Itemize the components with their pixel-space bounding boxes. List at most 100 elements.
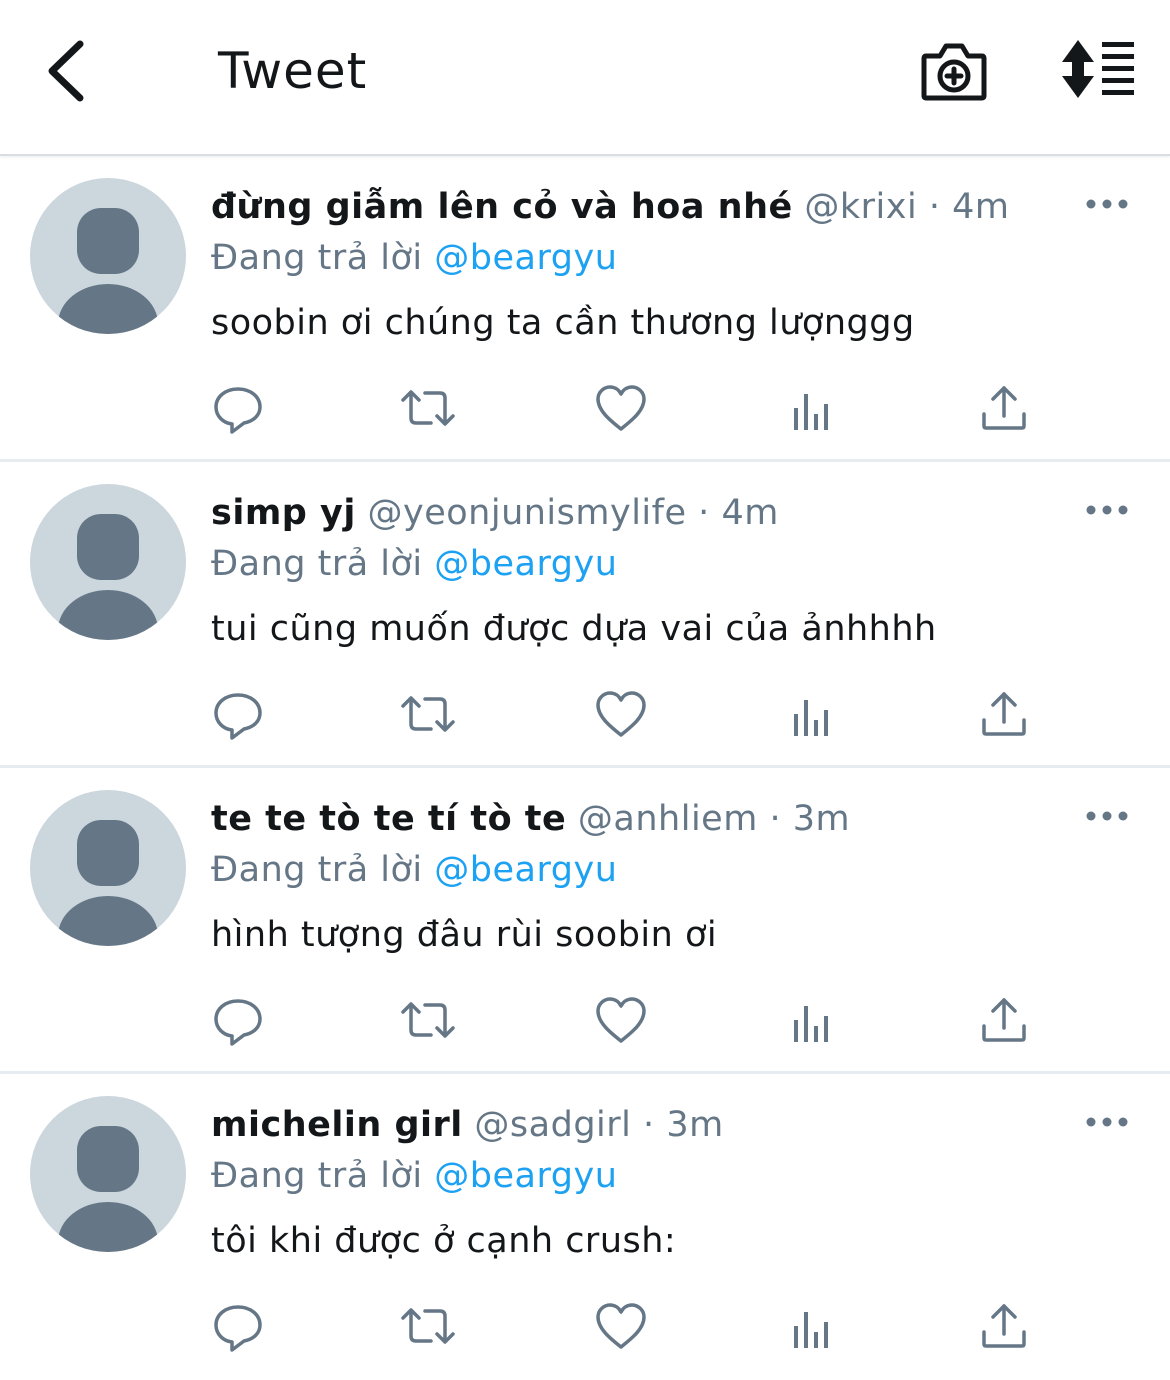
analytics-icon [794,1312,828,1348]
mention-link[interactable]: @beargyu [434,1156,617,1196]
replying-to: Đang trả lời @beargyu [211,845,617,895]
share-icon [982,1304,1026,1348]
like-button[interactable] [593,992,649,1048]
like-button[interactable] [593,686,649,742]
replying-label: Đang trả lời [211,238,423,278]
more-horizontal-icon [1086,199,1128,209]
top-bar: Tweet [0,0,1170,156]
replying-label: Đang trả lời [211,544,423,584]
retweet-icon [401,696,455,732]
replying-to: Đang trả lời @beargyu [211,1151,617,1201]
analytics-button[interactable] [785,686,841,742]
retweet-button[interactable] [400,1298,456,1354]
default-avatar-head [77,1126,139,1192]
share-button[interactable] [976,380,1032,436]
username[interactable]: @anhliem [578,799,758,839]
reply-icon [214,999,262,1046]
share-icon [982,386,1026,430]
retweet-icon [401,390,455,426]
like-icon [596,1303,646,1349]
timestamp: 3m [666,1105,724,1145]
retweet-button[interactable] [400,992,456,1048]
display-name[interactable]: te te tò te tí tò te [211,799,566,839]
timestamp: 4m [721,493,779,533]
more-options-button[interactable] [1084,804,1130,828]
timestamp: 4m [952,187,1010,227]
reply-tweet[interactable]: simp yj @yeonjunismylife · 4m Đang trả l… [0,462,1170,768]
avatar[interactable] [30,790,186,946]
retweet-icon [401,1002,455,1038]
replying-label: Đang trả lời [211,1156,423,1196]
default-avatar-head [77,208,139,274]
tweet-header: michelin girl @sadgirl · 3m [211,1100,724,1150]
tweet-header: đừng giẫm lên cỏ và hoa nhé @krixi · 4m [211,182,1010,232]
reply-tweet[interactable]: te te tò te tí tò te @anhliem · 3m Đang … [0,768,1170,1074]
reply-tweet[interactable]: đừng giẫm lên cỏ và hoa nhé @krixi · 4m … [0,156,1170,462]
mention-link[interactable]: @beargyu [434,850,617,890]
display-name[interactable]: simp yj [211,493,356,533]
analytics-icon [794,700,828,736]
retweet-button[interactable] [400,380,456,436]
avatar[interactable] [30,1096,186,1252]
separator-dot: · [698,493,710,533]
reply-icon [214,1305,262,1352]
separator-dot: · [643,1105,655,1145]
reply-button[interactable] [210,992,266,1048]
avatar[interactable] [30,484,186,640]
mention-link[interactable]: @beargyu [434,238,617,278]
display-name[interactable]: michelin girl [211,1105,463,1145]
more-horizontal-icon [1086,1117,1128,1127]
more-options-button[interactable] [1084,1110,1130,1134]
retweet-icon [401,1308,455,1344]
reply-button[interactable] [210,1298,266,1354]
tweet-text: tui cũng muốn được dựa vai của ảnhhhh [211,609,937,649]
username[interactable]: @sadgirl [474,1105,631,1145]
timestamp: 3m [792,799,851,839]
reply-tweet[interactable]: michelin girl @sadgirl · 3m Đang trả lời… [0,1074,1170,1380]
share-icon [982,692,1026,736]
like-button[interactable] [593,380,649,436]
reply-button[interactable] [210,380,266,436]
replying-to: Đang trả lời @beargyu [211,539,617,589]
like-button[interactable] [593,1298,649,1354]
like-icon [596,385,646,431]
mention-link[interactable]: @beargyu [434,544,617,584]
like-icon [596,691,646,737]
separator-dot: · [769,799,782,839]
share-button[interactable] [976,686,1032,742]
display-name[interactable]: đừng giẫm lên cỏ và hoa nhé [211,187,793,227]
tweet-header: simp yj @yeonjunismylife · 4m [211,488,779,538]
username[interactable]: @krixi [804,187,917,227]
default-avatar-body [58,896,158,946]
camera-plus-icon [921,43,987,101]
reply-button[interactable] [210,686,266,742]
share-button[interactable] [976,992,1032,1048]
avatar[interactable] [30,178,186,334]
default-avatar-body [58,590,158,640]
analytics-button[interactable] [785,992,841,1048]
share-icon [982,998,1026,1042]
default-avatar-body [58,1202,158,1252]
username[interactable]: @yeonjunismylife [368,493,687,533]
more-options-button[interactable] [1084,498,1130,522]
camera-button[interactable] [918,36,990,106]
tweet-text: soobin ơi chúng ta cần thương lượnggg [211,303,915,343]
reply-icon [214,693,262,740]
page-title: Tweet [218,42,368,100]
tweet-text: hình tượng đâu rùi soobin ơi [211,915,718,955]
share-button[interactable] [976,1298,1032,1354]
reply-icon [214,387,262,434]
default-avatar-head [77,514,139,580]
retweet-button[interactable] [400,686,456,742]
sort-button[interactable] [1058,36,1138,102]
back-button[interactable] [40,36,100,106]
analytics-button[interactable] [785,1298,841,1354]
more-options-button[interactable] [1084,192,1130,216]
like-icon [596,997,646,1043]
analytics-button[interactable] [785,380,841,436]
default-avatar-head [77,820,139,886]
chevron-left-icon [48,40,84,102]
tweet-text: tôi khi được ở cạnh crush: [211,1221,677,1261]
sort-list-icon [1062,40,1134,98]
separator-dot: · [928,187,941,227]
